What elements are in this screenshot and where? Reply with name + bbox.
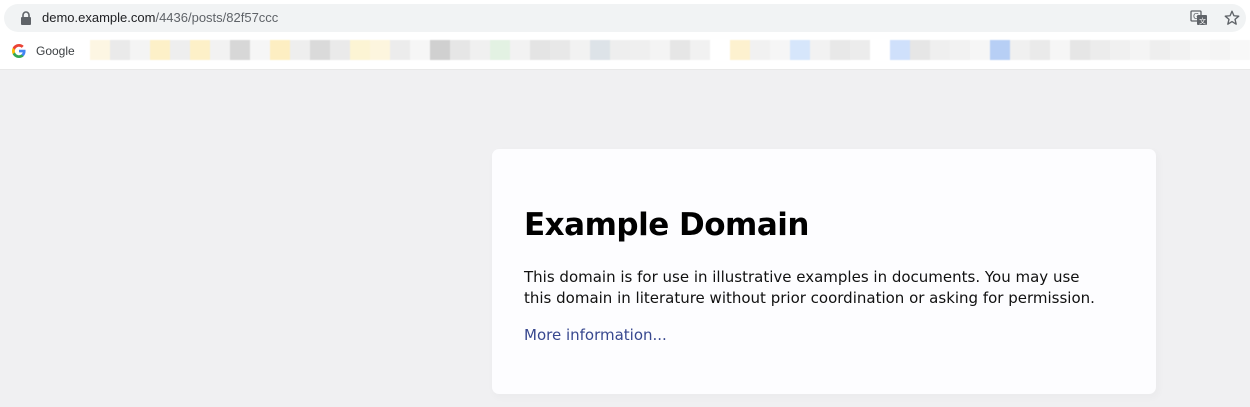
svg-text:文: 文 xyxy=(1199,17,1206,26)
page-body: Example Domain This domain is for use in… xyxy=(0,70,1250,407)
address-bar[interactable]: demo.example.com/4436/posts/82f57ccc G 文 xyxy=(4,4,1246,32)
translate-icon[interactable]: G 文 xyxy=(1190,10,1208,26)
page-title: Example Domain xyxy=(524,207,809,243)
more-information-link[interactable]: More information... xyxy=(524,325,667,346)
bookmarks-bar: Google xyxy=(0,36,1250,66)
blurred-bookmarks xyxy=(90,40,1250,62)
url-host: demo.example.com xyxy=(42,10,156,25)
google-icon xyxy=(12,44,26,58)
browser-chrome: demo.example.com/4436/posts/82f57ccc G 文… xyxy=(0,0,1250,70)
url-path: /4436/posts/82f57ccc xyxy=(155,10,279,25)
lock-icon[interactable] xyxy=(20,11,32,25)
content-card: Example Domain This domain is for use in… xyxy=(492,149,1156,394)
star-icon[interactable] xyxy=(1223,9,1241,27)
bookmark-google[interactable]: Google xyxy=(12,42,75,60)
page-description: This domain is for use in illustrative e… xyxy=(524,268,1095,307)
bookmark-label: Google xyxy=(36,44,75,58)
url-text[interactable]: demo.example.com/4436/posts/82f57ccc xyxy=(42,10,278,26)
